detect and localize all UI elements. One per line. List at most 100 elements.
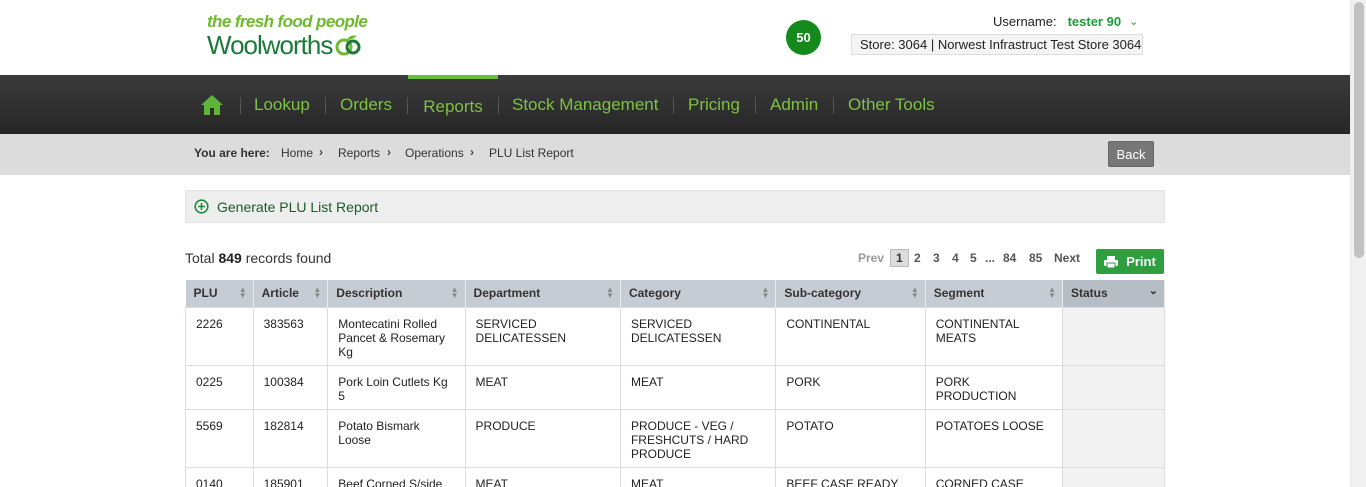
cell-status xyxy=(1061,306,1166,366)
table-row[interactable]: 2226 383563 Montecatini Rolled Pancet & … xyxy=(185,306,1166,366)
header-label: Status xyxy=(1070,286,1108,301)
brand-text: Woolworths xyxy=(207,30,333,60)
cell-category: MEAT xyxy=(619,364,777,410)
cell-department: MEAT xyxy=(464,364,621,410)
pagination-prev[interactable]: Prev xyxy=(858,251,884,265)
cell-department: SERVICED DELICATESSEN xyxy=(464,306,621,366)
table-row[interactable]: 5569 182814 Potato Bismark Loose PRODUCE… xyxy=(185,408,1166,468)
cell-segment: CORNED CASE xyxy=(924,466,1063,487)
column-header-subcategory[interactable]: Sub-category ▲ ▼ xyxy=(775,280,926,307)
plus-circle-icon xyxy=(194,199,209,214)
nav-separator xyxy=(240,97,241,114)
print-button[interactable]: Print xyxy=(1096,249,1164,274)
pagination-page[interactable]: 5 xyxy=(970,251,977,265)
cell-segment: POTATOES LOOSE xyxy=(924,408,1063,468)
cell-article: 182814 xyxy=(252,408,329,468)
printer-icon xyxy=(1104,255,1119,268)
store-selector[interactable]: Store: 3064 | Norwest Infrastruct Test S… xyxy=(851,34,1143,55)
pagination-ellipsis: ... xyxy=(985,251,996,265)
user-menu[interactable]: Username: tester 90 ⌄ xyxy=(993,14,1138,29)
cell-description: Pork Loin Cutlets Kg 5 xyxy=(327,364,466,410)
home-icon[interactable] xyxy=(200,94,224,116)
cell-status xyxy=(1061,364,1166,410)
pagination-page[interactable]: 3 xyxy=(933,251,940,265)
cell-category: PRODUCE - VEG / FRESHCUTS / HARD PRODUCE xyxy=(619,408,777,468)
breadcrumb-home[interactable]: Home xyxy=(281,146,313,160)
cell-article: 185901 xyxy=(252,466,329,487)
pagination-page[interactable]: 84 xyxy=(1003,251,1016,265)
generate-report-panel[interactable]: Generate PLU List Report xyxy=(185,190,1165,223)
header-label: PLU xyxy=(193,286,218,301)
breadcrumb-reports[interactable]: Reports xyxy=(338,146,380,160)
generate-report-label: Generate PLU List Report xyxy=(217,198,379,215)
cell-plu: 5569 xyxy=(185,408,254,468)
cell-category: MEAT xyxy=(619,466,777,487)
table-header-row: PLU ▲ ▼ Article ▲ ▼ Description ▲ ▼ Department… xyxy=(185,280,1166,307)
nav-item-other-tools[interactable]: Other Tools xyxy=(848,75,935,134)
sort-icon: ▲ ▼ xyxy=(761,285,770,300)
header-label: Sub-category xyxy=(784,286,862,301)
header-label: Description xyxy=(336,286,403,301)
pagination-page-current[interactable]: 1 xyxy=(890,249,909,267)
cell-segment: CONTINENTAL MEATS xyxy=(924,306,1063,366)
cell-department: PRODUCE xyxy=(464,408,621,468)
column-header-description[interactable]: Description ▲ ▼ xyxy=(327,280,466,307)
nav-separator xyxy=(755,97,756,114)
nav-item-stock-management[interactable]: Stock Management xyxy=(512,75,658,134)
table-row[interactable]: 0225 100384 Pork Loin Cutlets Kg 5 MEAT … xyxy=(185,364,1166,410)
nav-item-pricing[interactable]: Pricing xyxy=(688,75,740,134)
pagination-page[interactable]: 85 xyxy=(1029,251,1042,265)
cell-subcategory: BEEF CASE READY xyxy=(775,466,926,487)
nav-item-lookup[interactable]: Lookup xyxy=(254,75,310,134)
nav-item-reports[interactable]: Reports xyxy=(408,75,498,134)
records-suffix: records found xyxy=(245,250,332,266)
cell-status xyxy=(1061,408,1166,468)
scrollbar-thumb[interactable] xyxy=(1354,2,1364,258)
cell-status xyxy=(1061,466,1166,487)
column-header-article[interactable]: Article ▲ ▼ xyxy=(253,280,329,307)
column-header-department[interactable]: Department ▲ ▼ xyxy=(465,280,621,307)
breadcrumb-label: You are here: xyxy=(194,146,270,160)
column-header-segment[interactable]: Segment ▲ ▼ xyxy=(925,280,1063,307)
back-button[interactable]: Back xyxy=(1108,141,1154,167)
sort-icon: ▲ ▼ xyxy=(313,285,322,300)
woolworths-leaf-icon xyxy=(335,35,361,56)
cell-department: MEAT xyxy=(464,466,621,487)
header: the fresh food people Woolworths 50 User… xyxy=(0,0,1350,75)
cell-article: 383563 xyxy=(252,306,329,366)
nav-item-admin[interactable]: Admin xyxy=(770,75,818,134)
chevron-right-icon: › xyxy=(470,145,474,159)
pagination-page[interactable]: 4 xyxy=(952,251,959,265)
column-header-plu[interactable]: PLU ▲ ▼ xyxy=(185,280,254,307)
tagline: the fresh food people xyxy=(207,12,368,31)
header-label: Category xyxy=(628,286,681,301)
column-header-category[interactable]: Category ▲ ▼ xyxy=(620,280,777,307)
nav-separator xyxy=(325,97,326,114)
woolworths-logo[interactable]: the fresh food people Woolworths xyxy=(207,12,368,60)
nav-item-orders[interactable]: Orders xyxy=(340,75,392,134)
nav-separator xyxy=(498,97,499,114)
page: the fresh food people Woolworths 50 User… xyxy=(0,0,1366,487)
chevron-down-icon[interactable]: ⌄ xyxy=(1129,15,1138,28)
vertical-scrollbar[interactable] xyxy=(1350,0,1366,487)
print-label: Print xyxy=(1126,254,1156,269)
notification-badge[interactable]: 50 xyxy=(786,20,821,55)
cell-subcategory: CONTINENTAL xyxy=(775,306,926,366)
cell-category: SERVICED DELICATESSEN xyxy=(619,306,777,366)
sort-icon: ▲ ▼ xyxy=(450,285,459,300)
chevron-down-icon[interactable]: ⌄ xyxy=(1149,286,1158,297)
breadcrumb-operations[interactable]: Operations xyxy=(405,146,464,160)
cell-plu: 0225 xyxy=(185,364,254,410)
column-header-status[interactable]: Status ⌄ xyxy=(1062,280,1166,307)
records-prefix: Total xyxy=(185,250,215,266)
pagination-next[interactable]: Next xyxy=(1054,251,1080,265)
nav-separator xyxy=(673,97,674,114)
pagination-page[interactable]: 2 xyxy=(914,251,921,265)
breadcrumb-current: PLU List Report xyxy=(489,146,574,160)
records-total: 849 xyxy=(218,250,242,266)
table-row[interactable]: 0140 185901 Beef Corned S/side MEAT MEAT… xyxy=(185,466,1166,487)
sort-icon: ▲ ▼ xyxy=(1048,285,1056,300)
cell-description: Montecatini Rolled Pancet & Rosemary Kg xyxy=(327,306,466,366)
cell-description: Potato Bismark Loose xyxy=(327,408,466,468)
chevron-right-icon: › xyxy=(319,145,323,159)
